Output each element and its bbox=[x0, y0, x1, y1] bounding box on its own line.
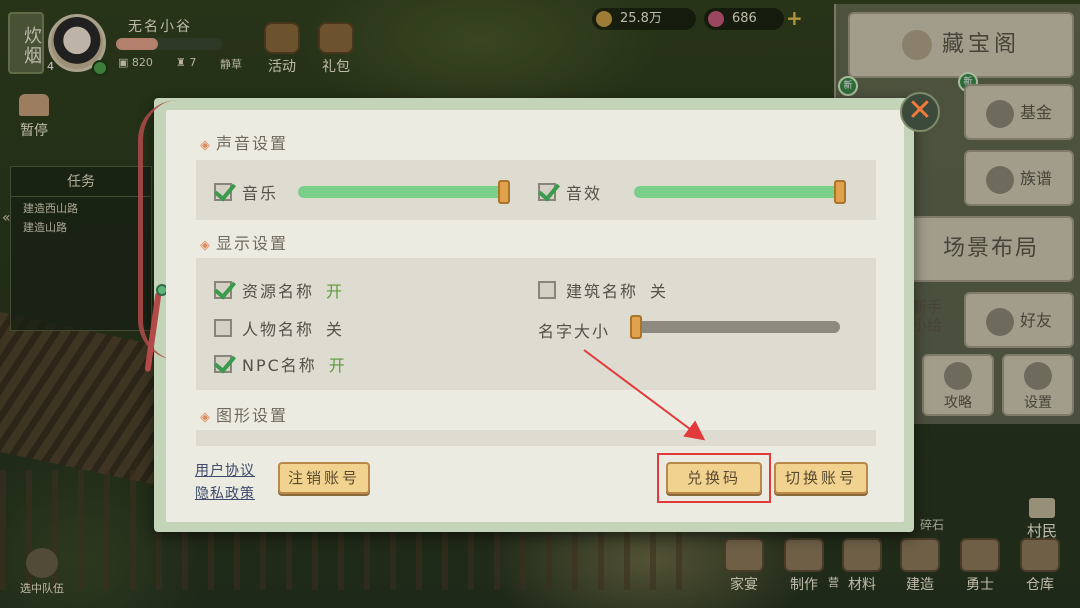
music-label: 音乐 bbox=[242, 184, 279, 203]
sfx-label: 音效 bbox=[566, 184, 603, 203]
npc-name-state: 开 bbox=[328, 356, 347, 375]
checkbox-icon bbox=[214, 281, 232, 299]
privacy-policy-link[interactable]: 隐私政策 bbox=[195, 483, 255, 503]
sfx-volume-knob[interactable] bbox=[834, 180, 846, 204]
close-button[interactable]: ✕ bbox=[900, 92, 940, 132]
resource-name-state: 开 bbox=[326, 282, 345, 301]
npc-name-checkbox[interactable]: NPC名称 开 bbox=[214, 352, 347, 376]
person-name-label: 人物名称 bbox=[242, 320, 315, 339]
name-size-slider[interactable] bbox=[630, 315, 840, 339]
resource-name-checkbox[interactable]: 资源名称 开 bbox=[214, 278, 344, 302]
resource-name-label: 资源名称 bbox=[242, 282, 315, 301]
sound-settings-title-text: 声音设置 bbox=[216, 134, 289, 153]
checkbox-icon bbox=[538, 183, 556, 201]
sfx-volume-fill bbox=[634, 186, 846, 198]
building-name-state: 关 bbox=[650, 282, 669, 301]
building-name-checkbox[interactable]: 建筑名称 关 bbox=[538, 278, 668, 302]
switch-account-button[interactable]: 切换账号 bbox=[774, 462, 868, 494]
close-icon: ✕ bbox=[907, 93, 933, 128]
checkbox-icon bbox=[214, 183, 232, 201]
music-volume-slider[interactable] bbox=[298, 180, 510, 204]
graphics-settings-box bbox=[196, 430, 876, 446]
display-settings-title: ◈ 显示设置 bbox=[200, 230, 288, 254]
redeem-code-highlight-box bbox=[657, 453, 771, 503]
user-agreement-link[interactable]: 用户协议 bbox=[195, 460, 255, 480]
name-size-knob[interactable] bbox=[630, 315, 642, 339]
diamond-icon: ◈ bbox=[200, 138, 212, 153]
checkbox-icon bbox=[538, 281, 556, 299]
npc-name-label: NPC名称 bbox=[242, 356, 317, 375]
person-name-checkbox[interactable]: 人物名称 关 bbox=[214, 316, 344, 340]
graphics-settings-title: ◈ 图形设置 bbox=[200, 402, 288, 426]
diamond-icon: ◈ bbox=[200, 238, 212, 253]
checkbox-icon bbox=[214, 319, 232, 337]
display-settings-title-text: 显示设置 bbox=[216, 234, 289, 253]
graphics-settings-title-text: 图形设置 bbox=[216, 406, 289, 425]
sfx-volume-slider[interactable] bbox=[634, 180, 846, 204]
name-size-label: 名字大小 bbox=[538, 322, 611, 341]
building-name-label: 建筑名称 bbox=[566, 282, 639, 301]
music-checkbox[interactable]: 音乐 bbox=[214, 180, 278, 204]
diamond-icon: ◈ bbox=[200, 410, 212, 425]
music-volume-fill bbox=[298, 186, 510, 198]
logout-account-button[interactable]: 注销账号 bbox=[278, 462, 370, 494]
person-name-state: 关 bbox=[326, 320, 345, 339]
music-volume-knob[interactable] bbox=[498, 180, 510, 204]
sfx-checkbox[interactable]: 音效 bbox=[538, 180, 602, 204]
sound-settings-title: ◈ 声音设置 bbox=[200, 130, 288, 154]
checkbox-icon bbox=[214, 355, 232, 373]
